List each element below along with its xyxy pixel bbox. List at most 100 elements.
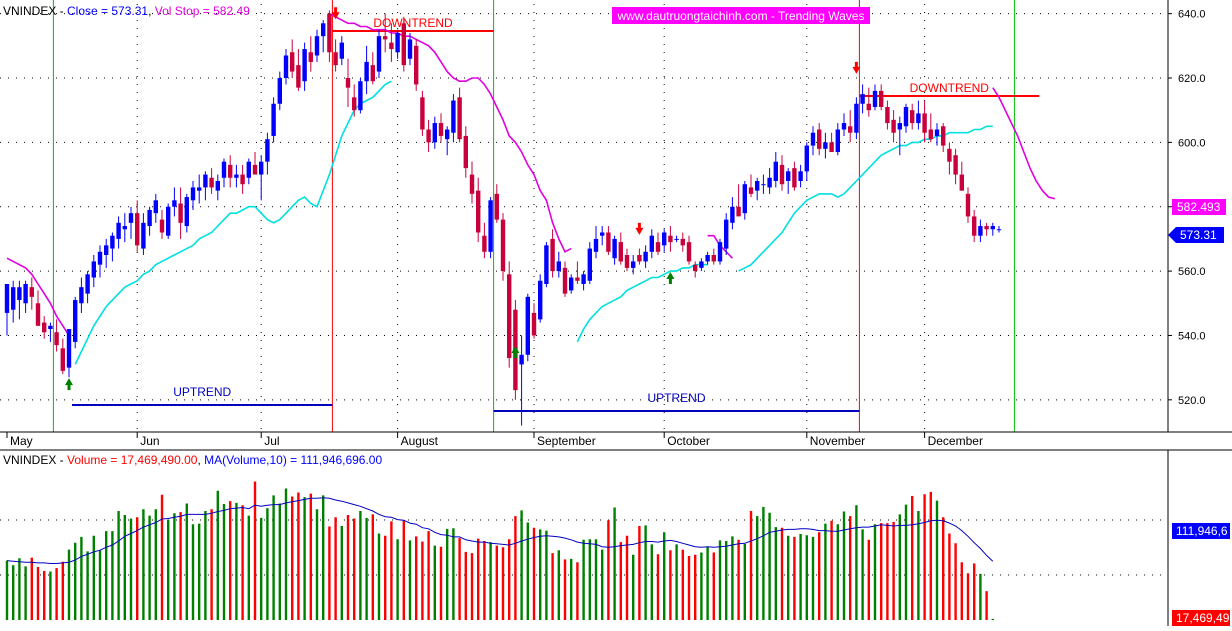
candle-body — [562, 267, 568, 294]
ma-volume-badge: 111,946,6 — [1172, 523, 1230, 539]
price-tick-label: 640.0 — [1178, 9, 1206, 21]
chart-canvas: UPTRENDDOWNTRENDUPTRENDDOWNTREND 520.054… — [0, 0, 1232, 626]
candle-body — [823, 142, 828, 149]
candle-body — [550, 238, 555, 272]
trend-change-lines — [52, 0, 1015, 432]
candle-body — [618, 242, 623, 262]
candle-body — [376, 36, 382, 72]
candle-body — [135, 213, 140, 246]
candle-body — [575, 277, 580, 281]
candle-body — [203, 174, 208, 188]
volume-header-comma: , — [197, 453, 204, 467]
candle-body — [897, 123, 902, 130]
candle-body — [122, 226, 127, 230]
candle-body — [519, 354, 524, 365]
candle-body — [587, 248, 592, 281]
candle-body — [339, 42, 344, 59]
candle-body — [11, 287, 16, 310]
candle-body — [438, 123, 444, 136]
candle-body — [190, 187, 196, 201]
trend-lines: UPTRENDDOWNTRENDUPTRENDDOWNTREND — [72, 16, 1040, 412]
candle-body — [283, 55, 289, 79]
candle-body — [345, 78, 351, 88]
price-tick-label: 520.0 — [1178, 395, 1206, 407]
candle-body — [885, 106, 890, 124]
candle-body — [916, 113, 921, 124]
candle-body — [544, 245, 549, 284]
candle-body — [451, 100, 456, 133]
candle-body — [631, 261, 636, 268]
candle-body — [296, 65, 301, 88]
candle-body — [469, 174, 475, 194]
candle-body — [23, 283, 28, 304]
candle-body — [730, 206, 735, 223]
candle-body — [984, 226, 989, 230]
candle-body — [246, 161, 251, 178]
up-arrow-icon — [511, 345, 520, 358]
candle-body — [308, 52, 313, 62]
candle-body — [432, 123, 437, 143]
month-label: August — [401, 434, 439, 448]
candle-body — [482, 235, 487, 252]
candle-body — [767, 177, 772, 188]
candle-body — [953, 155, 958, 175]
month-label: Jun — [140, 434, 159, 448]
candle-body — [637, 255, 642, 262]
candle-body — [922, 113, 927, 133]
candlesticks — [4, 10, 1002, 426]
candle-body — [649, 235, 654, 252]
candle-body — [668, 235, 673, 243]
candle-body — [990, 226, 995, 230]
candle-body — [172, 200, 177, 207]
candle-body — [755, 180, 760, 191]
watermark-text: www.dautruongtaichinh.com - Trending Wav… — [616, 9, 864, 23]
candle-body — [736, 206, 741, 217]
trend-label: UPTREND — [173, 385, 231, 399]
candle-body — [97, 251, 103, 265]
candle-body — [810, 132, 816, 146]
candle-body — [829, 142, 834, 153]
candle-body — [215, 180, 220, 191]
candle-body — [197, 187, 202, 191]
candle-body — [414, 45, 419, 85]
candle-body — [352, 97, 357, 111]
candle-body — [891, 119, 896, 133]
candle-body — [383, 36, 388, 40]
trend-label: DOWNTREND — [910, 81, 990, 95]
candle-body — [624, 255, 630, 268]
price-header-close: Close = 573.31 — [67, 4, 148, 18]
candle-body — [370, 65, 375, 82]
candle-body — [327, 13, 332, 53]
candle-body — [407, 39, 413, 59]
stop-value-text: 582.493 — [1177, 200, 1221, 214]
candle-body — [159, 219, 165, 233]
candle-body — [748, 187, 754, 194]
candle-body — [860, 94, 865, 104]
close-value-badge: 573.31 — [1168, 227, 1224, 243]
candle-body — [73, 300, 78, 342]
candle-body — [903, 106, 909, 127]
candle-body — [910, 110, 915, 124]
price-header: VNINDEX - Close = 573.31, Vol Stop = 582… — [3, 4, 250, 18]
candle-body — [959, 174, 964, 191]
stop-line-up — [74, 80, 392, 365]
candle-body — [265, 139, 270, 162]
candle-body — [395, 32, 400, 53]
candle-body — [773, 161, 778, 181]
candle-body — [724, 219, 729, 249]
candle-body — [60, 348, 65, 371]
price-grid — [0, 4, 1168, 432]
month-label: October — [667, 434, 710, 448]
volume-bars — [5, 481, 994, 620]
candle-body — [54, 332, 59, 346]
price-header-comma: , — [148, 4, 155, 18]
month-label: September — [537, 434, 596, 448]
candle-body — [166, 206, 171, 236]
candle-body — [866, 103, 871, 111]
candle-body — [302, 49, 307, 82]
candle-body — [699, 261, 704, 268]
candle-body — [141, 222, 146, 249]
candle-body — [358, 81, 363, 111]
candle-body — [804, 145, 809, 172]
candle-body — [686, 242, 692, 262]
